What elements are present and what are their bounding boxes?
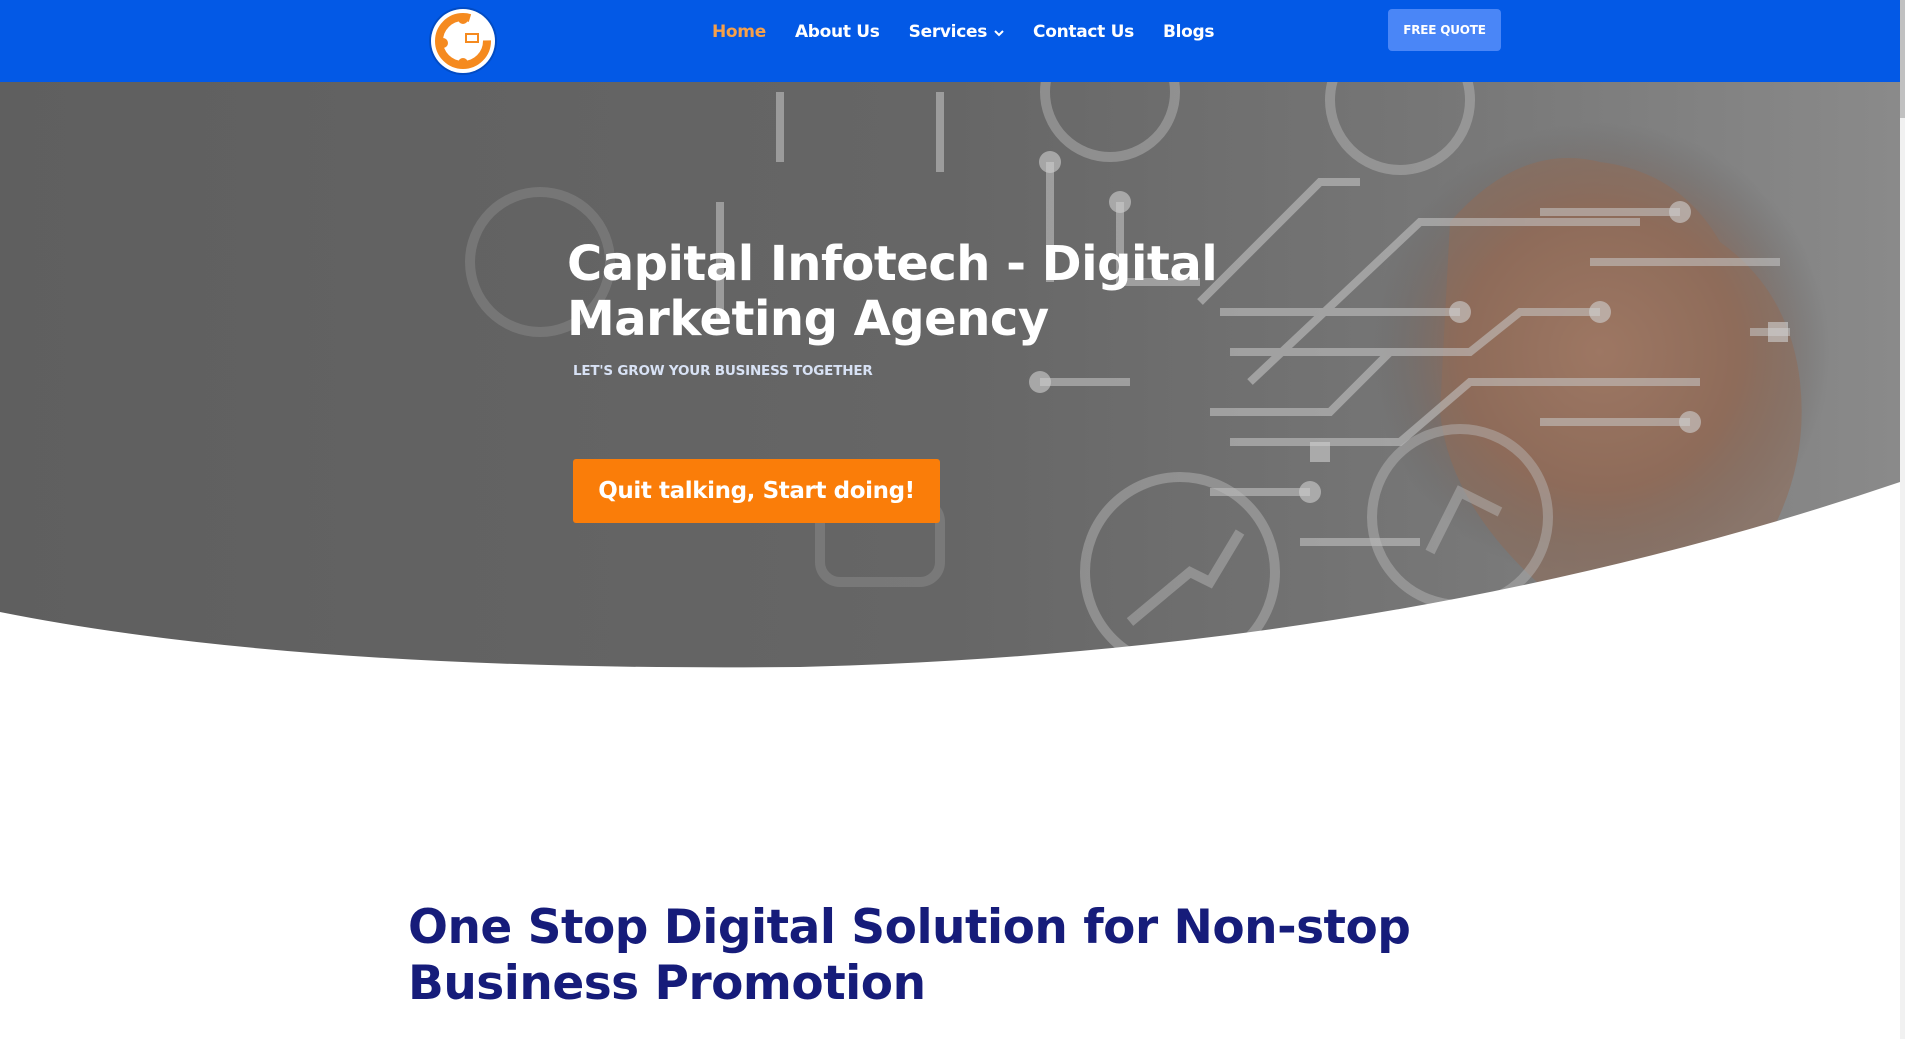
nav-services[interactable]: Services	[909, 22, 1004, 42]
site-logo[interactable]	[431, 9, 495, 73]
section-title-line2: Business Promotion	[408, 956, 926, 1011]
nav-contact-label: Contact Us	[1033, 22, 1134, 42]
site-header: Home About Us Services Contact Us Blogs …	[0, 0, 1900, 82]
nav-blogs[interactable]: Blogs	[1162, 22, 1215, 42]
hero-wave-divider	[0, 482, 1900, 672]
nav-blogs-label: Blogs	[1162, 22, 1215, 42]
free-quote-button[interactable]: FREE QUOTE	[1388, 9, 1501, 51]
nav-contact-us[interactable]: Contact Us	[1033, 22, 1134, 42]
section-title-line1: One Stop Digital Solution for Non-stop	[408, 900, 1411, 955]
nav-home[interactable]: Home	[712, 22, 766, 42]
scrollbar-thumb[interactable]	[1900, 0, 1905, 118]
chevron-down-icon	[994, 22, 1004, 42]
section-title: One Stop Digital Solution for Non-stop B…	[408, 900, 1508, 1012]
nav-about-label: About Us	[794, 22, 880, 42]
nav-home-label: Home	[712, 22, 766, 42]
page-scrollbar[interactable]	[1900, 0, 1905, 1039]
main-nav: Home About Us Services Contact Us Blogs	[712, 0, 1243, 64]
nav-about-us[interactable]: About Us	[795, 22, 880, 42]
nav-services-label: Services	[908, 22, 988, 42]
hero-section: Capital Infotech - Digital Marketing Age…	[0, 82, 1900, 672]
logo-icon	[435, 13, 491, 69]
